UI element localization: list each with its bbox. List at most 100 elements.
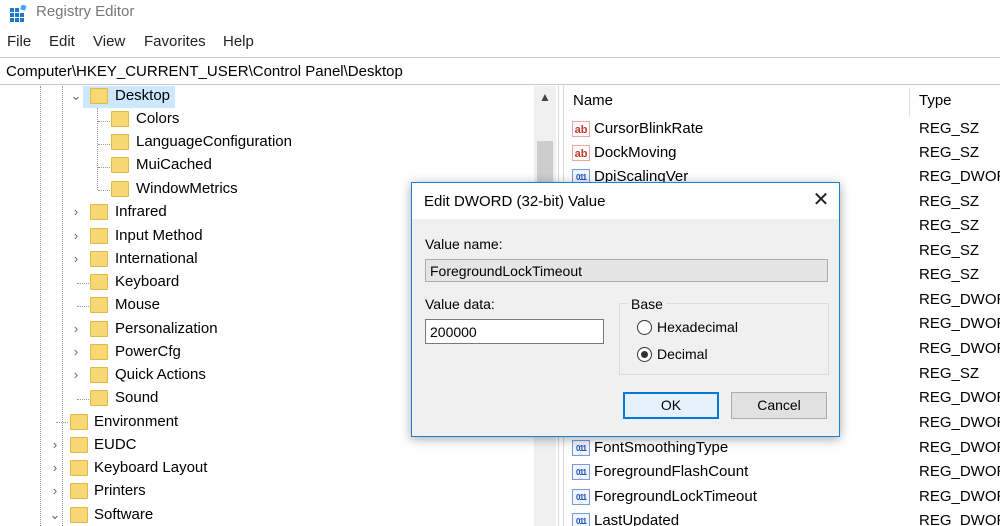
tree-item-label: Infrared	[115, 203, 167, 220]
base-group	[619, 303, 829, 375]
chevron-right-icon[interactable]: ›	[70, 251, 82, 266]
tree-item-label: Desktop	[115, 87, 171, 104]
chevron-right-icon[interactable]: ›	[70, 321, 82, 336]
dialog-title: Edit DWORD (32-bit) Value	[424, 193, 606, 210]
value-type: REG_DWOR	[919, 463, 1000, 480]
column-header-type[interactable]: Type	[919, 92, 952, 109]
tree-item-label: Keyboard Layout	[94, 459, 208, 476]
tree-item-label: Sound	[115, 389, 159, 406]
value-type: REG_DWOR	[919, 315, 1000, 332]
tree-item-eudc[interactable]: › EUDC	[0, 435, 534, 457]
dialog-title-bar[interactable]: Edit DWORD (32-bit) Value ✕	[412, 183, 839, 219]
folder-icon	[90, 274, 108, 290]
value-type: REG_SZ	[919, 365, 980, 382]
value-type: REG_DWOR	[919, 168, 1000, 185]
value-name-field: ForegroundLockTimeout	[425, 259, 828, 282]
folder-icon	[90, 88, 108, 104]
chevron-right-icon[interactable]: ›	[70, 204, 82, 219]
folder-icon	[70, 414, 88, 430]
address-bar[interactable]: Computer\HKEY_CURRENT_USER\Control Panel…	[0, 57, 1000, 85]
binary-value-icon: 011	[572, 464, 590, 480]
tree-item-label: PowerCfg	[115, 343, 181, 360]
value-name: DockMoving	[594, 144, 677, 161]
chevron-right-icon[interactable]: ›	[49, 437, 61, 452]
cancel-button[interactable]: Cancel	[731, 392, 827, 419]
tree-item-label: Keyboard	[115, 273, 180, 290]
tree-item-desktop[interactable]: ⌄ Desktop	[0, 86, 534, 108]
close-icon[interactable]: ✕	[808, 187, 834, 213]
decimal-label: Decimal	[657, 346, 708, 362]
value-row[interactable]: 011 ForegroundFlashCount REG_DWOR	[564, 461, 1000, 485]
menu-bar: File Edit View Favorites Help	[0, 33, 1000, 55]
tree-item-label: Colors	[136, 110, 180, 127]
chevron-right-icon[interactable]: ›	[49, 460, 61, 475]
folder-icon	[111, 134, 129, 150]
value-type: REG_SZ	[919, 144, 980, 161]
folder-icon	[70, 460, 88, 476]
tree-item-label: MuiCached	[136, 156, 212, 173]
value-name: CursorBlinkRate	[594, 120, 704, 137]
value-name: FontSmoothingType	[594, 439, 729, 456]
folder-icon	[111, 157, 129, 173]
scroll-up-icon[interactable]: ▲	[539, 90, 551, 104]
chevron-down-icon[interactable]: ⌄	[49, 507, 61, 523]
tree-item-software[interactable]: ⌄ Software	[0, 505, 534, 526]
value-type: REG_DWOR	[919, 512, 1000, 526]
column-header-name[interactable]: Name	[573, 92, 613, 109]
value-data-input[interactable]: 200000	[425, 319, 604, 344]
tree-item-label: Personalization	[115, 320, 218, 337]
tree-item-languageconfiguration[interactable]: LanguageConfiguration	[0, 132, 534, 154]
value-type: REG_DWOR	[919, 414, 1000, 431]
folder-icon	[70, 507, 88, 523]
tree-item-printers[interactable]: › Printers	[0, 481, 534, 503]
column-divider[interactable]	[909, 88, 910, 116]
tree-item-keyboard-layout[interactable]: › Keyboard Layout	[0, 458, 534, 480]
value-name: ForegroundLockTimeout	[594, 488, 757, 505]
ok-button[interactable]: OK	[623, 392, 719, 419]
value-type: REG_DWOR	[919, 389, 1000, 406]
tree-item-muicached[interactable]: MuiCached	[0, 155, 534, 177]
folder-icon	[70, 483, 88, 499]
value-row[interactable]: 011 FontSmoothingType REG_DWOR	[564, 437, 1000, 461]
chevron-right-icon[interactable]: ›	[70, 344, 82, 359]
radio-checked-icon[interactable]	[637, 347, 652, 362]
value-type: REG_DWOR	[919, 340, 1000, 357]
string-value-icon: ab	[572, 145, 590, 161]
folder-icon	[70, 437, 88, 453]
tree-item-label: Input Method	[115, 227, 203, 244]
value-row[interactable]: ab CursorBlinkRate REG_SZ	[564, 118, 1000, 142]
folder-icon	[90, 367, 108, 383]
value-name-label: Value name:	[425, 236, 503, 252]
chevron-right-icon[interactable]: ›	[49, 483, 61, 498]
address-path[interactable]: Computer\HKEY_CURRENT_USER\Control Panel…	[6, 63, 403, 80]
radio-unchecked-icon[interactable]	[637, 320, 652, 335]
value-type: REG_SZ	[919, 193, 980, 210]
title-bar: Registry Editor	[0, 0, 1000, 28]
tree-item-colors[interactable]: Colors	[0, 109, 534, 131]
value-type: REG_DWOR	[919, 488, 1000, 505]
value-row[interactable]: 011 ForegroundLockTimeout REG_DWOR	[564, 486, 1000, 510]
folder-icon	[90, 344, 108, 360]
tree-item-label: EUDC	[94, 436, 137, 453]
value-row[interactable]: ab DockMoving REG_SZ	[564, 142, 1000, 166]
menu-view[interactable]: View	[93, 33, 125, 50]
value-type: REG_DWOR	[919, 291, 1000, 308]
folder-icon	[90, 297, 108, 313]
folder-icon	[111, 111, 129, 127]
menu-edit[interactable]: Edit	[49, 33, 75, 50]
menu-file[interactable]: File	[7, 33, 31, 50]
chevron-right-icon[interactable]: ›	[70, 228, 82, 243]
menu-help[interactable]: Help	[223, 33, 254, 50]
value-row[interactable]: 011 LastUpdated REG_DWOR	[564, 510, 1000, 526]
chevron-down-icon[interactable]: ⌄	[70, 88, 82, 104]
value-type: REG_SZ	[919, 266, 980, 283]
chevron-right-icon[interactable]: ›	[70, 367, 82, 382]
folder-icon	[90, 228, 108, 244]
value-type: REG_SZ	[919, 217, 980, 234]
tree-item-label: Environment	[94, 413, 179, 430]
tree-item-label: Printers	[94, 482, 146, 499]
tree-item-label: LanguageConfiguration	[136, 133, 292, 150]
menu-favorites[interactable]: Favorites	[144, 33, 206, 50]
binary-value-icon: 011	[572, 440, 590, 456]
tree-item-label: WindowMetrics	[136, 180, 238, 197]
